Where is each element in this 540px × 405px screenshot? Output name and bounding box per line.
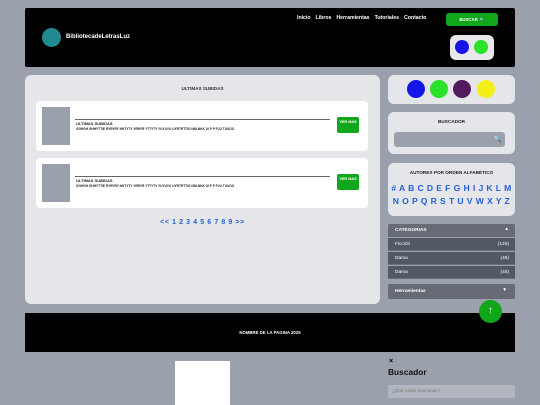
blank-panel	[175, 361, 230, 405]
authors-box: AUTORES POR ORDEN ALFABÉTICO # A B C D E…	[388, 163, 515, 216]
category-label: Ficción	[395, 242, 411, 247]
theme-green-button[interactable]	[474, 40, 488, 54]
view-more-button[interactable]: VER MAS	[337, 174, 359, 190]
palette-green-swatch[interactable]	[430, 80, 448, 98]
palette-purple-swatch[interactable]	[453, 80, 471, 98]
card-divider	[75, 119, 330, 120]
category-item[interactable]: Ficción (125)	[388, 238, 515, 251]
alphabet-row-2[interactable]: N O P Q R S T U V W X Y Z	[388, 196, 515, 206]
theme-toggle-box	[450, 35, 494, 60]
section-title: ULTIMAS SUBIDAS	[181, 86, 224, 91]
site-footer: NOMBRE DE LA PAGINA 2025	[25, 313, 515, 352]
main-content: ULTIMAS SUBIDAS ULTIMAS SUBIDAS GGHGH GH…	[25, 75, 380, 304]
book-title: ULTIMAS SUBIDAS	[76, 121, 113, 126]
sidebar-search-input[interactable]: 🔍	[394, 132, 505, 147]
book-card: ULTIMAS SUBIDAS GGHGH GHHYTTIE RYRYRY NN…	[36, 101, 368, 151]
book-cover[interactable]	[42, 164, 70, 202]
alphabet-row-1[interactable]: # A B C D E F G H I J K L M	[388, 183, 515, 193]
sidebar-search-box: BUSCADOR 🔍	[388, 112, 515, 154]
tools-header[interactable]: Herramientas ▼	[388, 284, 515, 299]
site-header: BibliotecadeLetrasLuz Inicio Libros Herr…	[25, 8, 515, 67]
nav-libros[interactable]: Libros	[316, 15, 332, 21]
arrow-up-icon: ↑	[488, 305, 493, 316]
footer-text: NOMBRE DE LA PAGINA 2025	[239, 330, 301, 335]
category-count: (46)	[500, 256, 509, 261]
color-palette-box	[388, 75, 515, 104]
header-search-button[interactable]: BUSCAR 🔍	[446, 13, 498, 26]
overlay-search-title: Buscador	[388, 367, 427, 377]
search-icon[interactable]: 🔍	[493, 135, 502, 143]
categories-header[interactable]: CATEGORIAS ▲	[388, 224, 515, 237]
site-logo-text[interactable]: BibliotecadeLetrasLuz	[66, 34, 130, 40]
nav-contacto[interactable]: Contacto	[404, 15, 426, 21]
categories-label: CATEGORIAS	[395, 228, 427, 233]
chevron-up-icon: ▲	[504, 227, 509, 232]
card-divider	[75, 176, 330, 177]
category-label: Dama	[395, 270, 408, 275]
close-icon[interactable]: ×	[389, 358, 393, 365]
tools-label: Herramientas	[395, 289, 426, 294]
authors-title: AUTORES POR ORDEN ALFABÉTICO	[409, 170, 494, 175]
category-count: (125)	[497, 242, 509, 247]
nav-tutoriales[interactable]: Tutoriales	[375, 15, 399, 21]
book-title: ULTIMAS SUBIDAS	[76, 178, 113, 183]
chevron-down-icon: ▼	[502, 288, 507, 293]
category-item[interactable]: Dama (46)	[388, 266, 515, 279]
category-label: Dama	[395, 256, 408, 261]
category-count: (46)	[500, 270, 509, 275]
overlay-search-input[interactable]: ¿Qué estás buscando?	[388, 385, 515, 398]
category-item[interactable]: Dama (46)	[388, 252, 515, 265]
scroll-to-top-button[interactable]: ↑	[479, 300, 502, 323]
theme-blue-button[interactable]	[455, 40, 469, 54]
nav-herramientas[interactable]: Herramientas	[336, 15, 369, 21]
sidebar-search-title: BUSCADOR	[437, 119, 466, 124]
header-search-label: BUSCAR	[459, 17, 478, 22]
book-description: GGHGH GHHYTTIE RYRYRY NNTYTY YRRYR YTTYT…	[76, 127, 235, 131]
nav-inicio[interactable]: Inicio	[297, 15, 311, 21]
palette-yellow-swatch[interactable]	[477, 80, 495, 98]
book-description: GGHGH GHHYTTIE RYRYRY NNTYTY YRRYR YTTYT…	[76, 184, 235, 188]
view-more-button[interactable]: VER MAS	[337, 117, 359, 133]
book-cover[interactable]	[42, 107, 70, 145]
logo-icon[interactable]	[42, 28, 61, 47]
book-card: ULTIMAS SUBIDAS GGHGH GHHYTTIE RYRYRY NN…	[36, 158, 368, 208]
palette-blue-swatch[interactable]	[407, 80, 425, 98]
main-nav: Inicio Libros Herramientas Tutoriales Co…	[297, 15, 426, 21]
search-icon: 🔍	[479, 17, 485, 22]
pagination[interactable]: << 1 2 3 4 5 6 7 8 9 >>	[25, 219, 380, 226]
